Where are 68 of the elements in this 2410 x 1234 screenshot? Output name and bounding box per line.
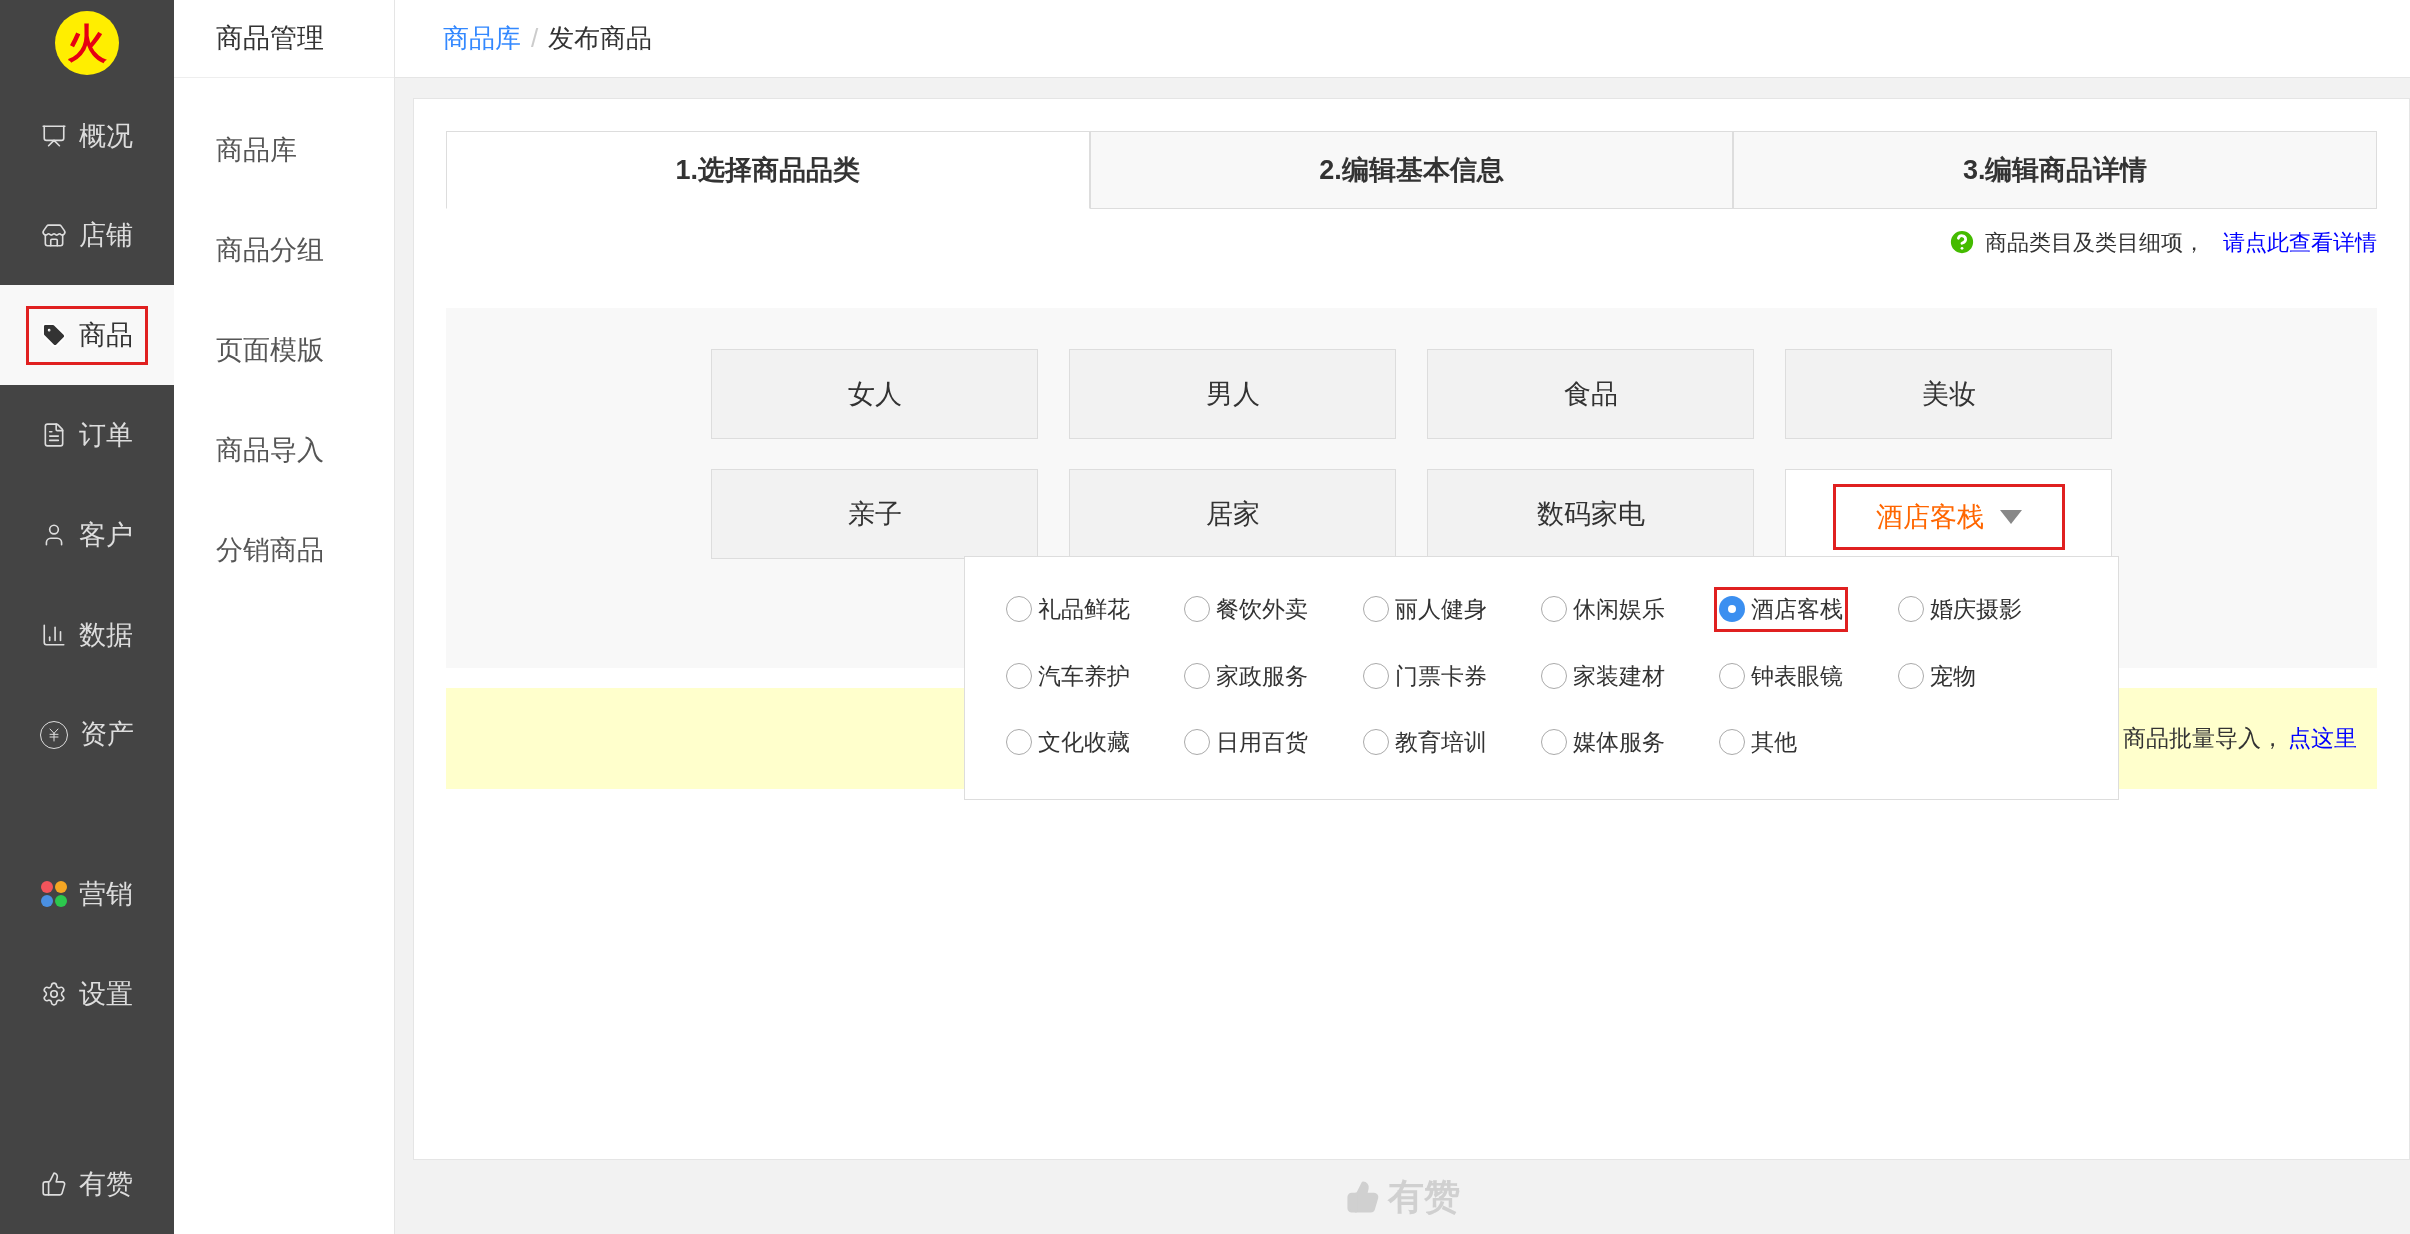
nav-label: 概况: [79, 119, 133, 153]
nav-item[interactable]: 营销: [0, 844, 174, 945]
sub-nav-link[interactable]: 商品导入: [174, 400, 394, 500]
nav-label: 设置: [79, 978, 133, 1011]
settings-icon: [41, 981, 67, 1008]
subcategory-radio[interactable]: 教育培训: [1357, 720, 1492, 765]
subcategory-radio[interactable]: 文化收藏: [1001, 720, 1135, 765]
category-button[interactable]: 居家: [1069, 469, 1396, 559]
sub-nav-link[interactable]: 商品库: [174, 100, 394, 200]
nav-item[interactable]: 订单: [0, 385, 174, 486]
category-button[interactable]: 美妆: [1785, 349, 2112, 439]
category-button[interactable]: 女人: [711, 349, 1038, 439]
nav-label: 客户: [79, 518, 133, 552]
subcategory-radio[interactable]: 钟表眼镜: [1714, 653, 1849, 698]
nav-label: 商品: [79, 319, 133, 353]
sub-nav-link[interactable]: 商品分组: [174, 200, 394, 300]
category-button[interactable]: 食品: [1427, 349, 1754, 439]
subcategory-radio[interactable]: 其他: [1714, 720, 1803, 765]
store-icon: [41, 222, 67, 249]
subcategory-radio[interactable]: 家装建材: [1536, 653, 1670, 698]
category-button[interactable]: 亲子: [711, 469, 1038, 559]
step-tab[interactable]: 1.选择商品品类: [446, 131, 1090, 209]
sub-nav-link[interactable]: 页面模版: [174, 300, 394, 400]
subcategory-radio[interactable]: 丽人健身: [1357, 587, 1492, 632]
subcategory-radio[interactable]: 餐饮外卖: [1179, 587, 1314, 632]
subcategory-radio[interactable]: 媒体服务: [1536, 720, 1670, 765]
nav-label: 营销: [79, 878, 133, 912]
logo[interactable]: 火: [55, 10, 119, 75]
subcategory-radio[interactable]: 日用百货: [1179, 720, 1314, 765]
sub-nav-link[interactable]: 分销商品: [174, 500, 394, 600]
subcategory-radio[interactable]: 宠物: [1892, 653, 1981, 698]
subcategory-radio[interactable]: 汽车养护: [1001, 653, 1135, 698]
nav-label: 有赞: [79, 1167, 133, 1201]
category-button[interactable]: 男人: [1069, 349, 1396, 439]
nav-item[interactable]: 客户: [0, 485, 174, 585]
nav-label: 店铺: [79, 219, 133, 253]
sub-sidebar-title: 商品管理: [216, 22, 324, 56]
subcategory-radio[interactable]: 礼品鲜花: [1001, 587, 1135, 632]
hint-text: 商品类目及类目细项，: [1985, 228, 2205, 257]
nav-item[interactable]: 数据: [0, 584, 174, 685]
nav-item[interactable]: 商品: [0, 285, 174, 386]
step-tab[interactable]: 2.编辑基本信息: [1089, 131, 1734, 209]
breadcrumb-separator: /: [531, 22, 539, 55]
category-button[interactable]: 数码家电: [1427, 469, 1754, 559]
tag-icon: [41, 322, 67, 349]
subcategory-radio[interactable]: 休闲娱乐: [1536, 587, 1670, 632]
subcategory-radio[interactable]: 婚庆摄影: [1892, 587, 2027, 632]
subcategory-radio[interactable]: 门票卡券: [1357, 653, 1492, 698]
notice-link[interactable]: 点这里: [2288, 721, 2357, 756]
thumbs-up-icon: [41, 1171, 67, 1198]
nav-item[interactable]: 有赞: [0, 1134, 174, 1234]
presentation-icon: [41, 122, 67, 149]
nav-item[interactable]: 店铺: [0, 185, 174, 286]
nav-label: 订单: [79, 418, 133, 452]
subcategory-radio[interactable]: 家政服务: [1179, 653, 1314, 698]
thumbs-up-icon: [1345, 1180, 1380, 1214]
step-tab[interactable]: 3.编辑商品详情: [1733, 131, 2377, 209]
nav-item[interactable]: 资产: [0, 684, 174, 785]
nav-item[interactable]: 设置: [0, 944, 174, 1045]
subcategory-radio[interactable]: 酒店客栈: [1714, 587, 1849, 632]
nav-label: 资产: [80, 718, 134, 752]
notice-text: 商品批量导入，: [2123, 724, 2284, 754]
nav-label: 数据: [79, 618, 133, 652]
petals-icon: [41, 881, 67, 908]
nav-item[interactable]: 概况: [0, 85, 174, 186]
details-link[interactable]: 请点此查看详情: [2223, 225, 2377, 259]
breadcrumb-current: 发布商品: [548, 22, 653, 55]
caret-icon: [1999, 510, 2022, 524]
